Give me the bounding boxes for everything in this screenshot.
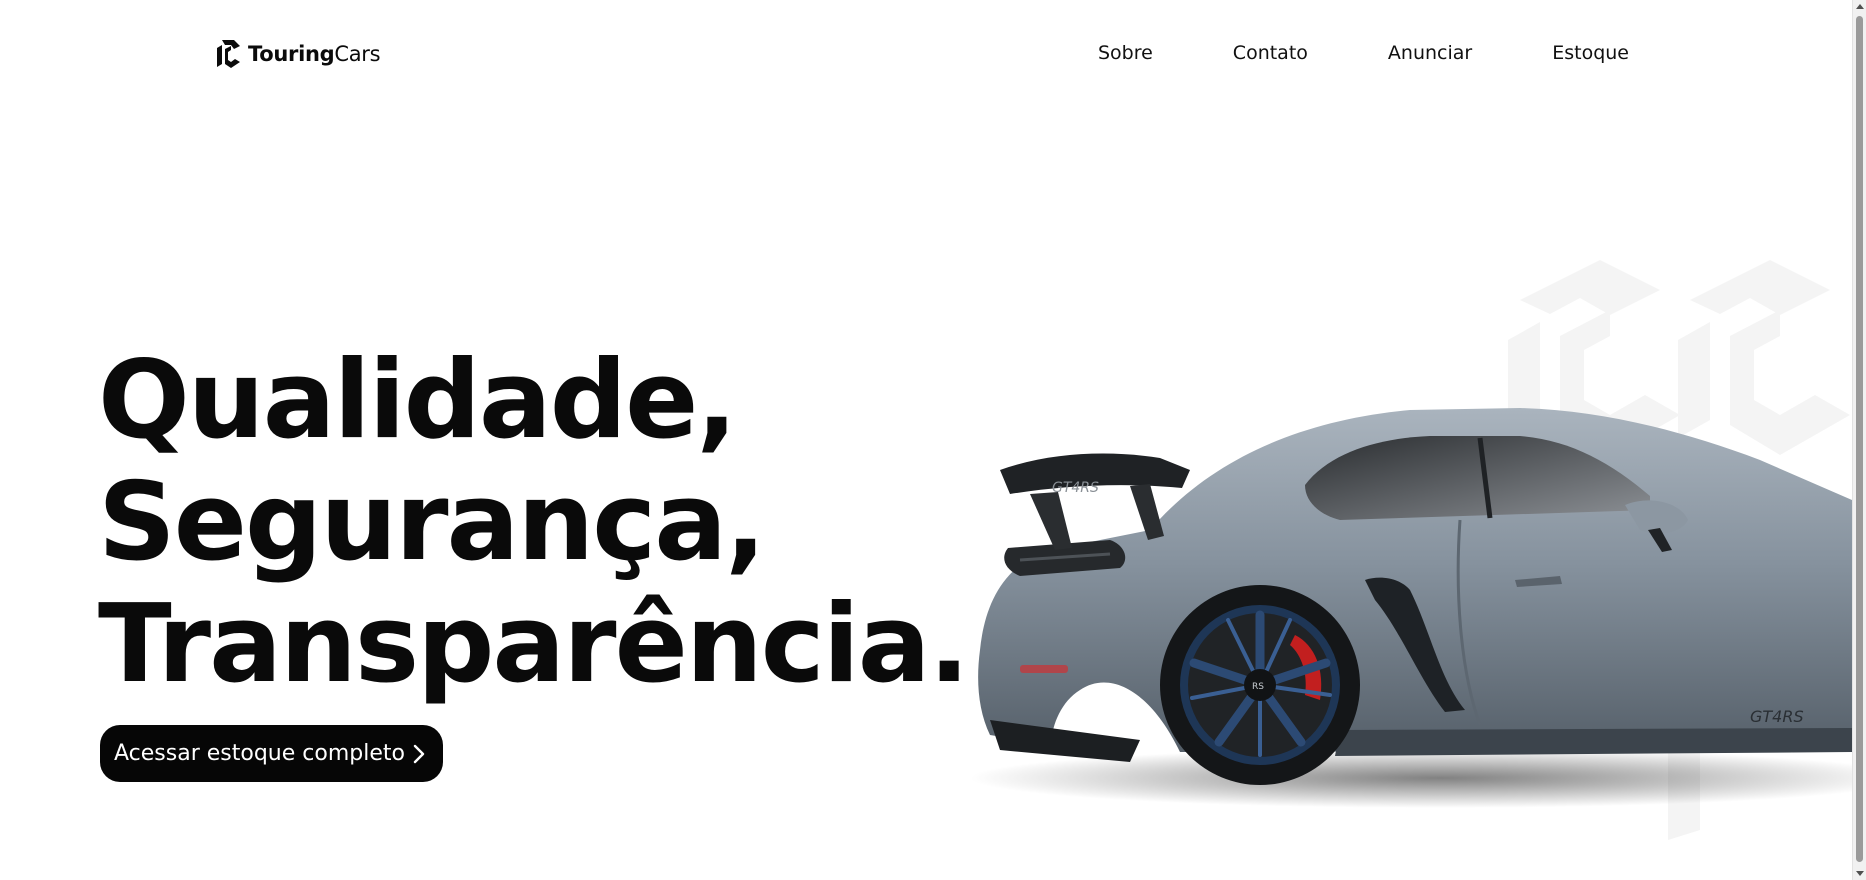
car-rear-wing: GT4RS — [1000, 453, 1190, 550]
scroll-thumb[interactable] — [1856, 16, 1863, 862]
nav-link-estoque[interactable]: Estoque — [1552, 42, 1629, 64]
access-stock-button-label: Acessar estoque completo — [114, 741, 405, 766]
access-stock-button[interactable]: Acessar estoque completo — [100, 725, 443, 782]
wheel-badge-text: RS — [1252, 682, 1264, 692]
chevron-right-icon — [413, 744, 425, 763]
main-nav: Sobre Contato Anunciar Estoque — [1098, 42, 1629, 64]
car-rear-diffuser — [990, 720, 1140, 762]
site-header: TouringCars Sobre Contato Anunciar Estoq… — [0, 0, 1852, 110]
nav-link-contato[interactable]: Contato — [1233, 42, 1308, 64]
logo-link[interactable]: TouringCars — [214, 38, 381, 70]
logo-text: TouringCars — [248, 42, 381, 66]
nav-link-sobre[interactable]: Sobre — [1098, 42, 1153, 64]
car-rear-wheel: RS — [1160, 585, 1360, 785]
wing-badge-text: GT4RS — [1052, 480, 1099, 496]
hero-line-seguranca: Segurança, — [98, 460, 766, 585]
car-rear-reflector — [1020, 665, 1068, 673]
vertical-scrollbar[interactable] — [1852, 0, 1866, 880]
logo-text-light: Cars — [334, 42, 381, 66]
scroll-down-arrow-icon[interactable] — [1856, 871, 1864, 876]
nav-link-anunciar[interactable]: Anunciar — [1388, 42, 1472, 64]
logo-text-bold: Touring — [248, 42, 335, 66]
scroll-up-arrow-icon[interactable] — [1856, 4, 1864, 9]
car-side-skirt — [1335, 728, 1852, 756]
hero-line-qualidade: Qualidade, — [98, 338, 737, 463]
sports-car-image: GT4RS GT4RS RS — [970, 408, 1852, 808]
hero-headline: Qualidade, Segurança, Transparência. — [98, 338, 970, 707]
landing-page: TouringCars Sobre Contato Anunciar Estoq… — [0, 0, 1866, 880]
touringcars-logo-icon — [217, 40, 240, 68]
side-badge-text: GT4RS — [1750, 707, 1804, 726]
hero-line-transparencia: Transparência. — [98, 582, 970, 707]
